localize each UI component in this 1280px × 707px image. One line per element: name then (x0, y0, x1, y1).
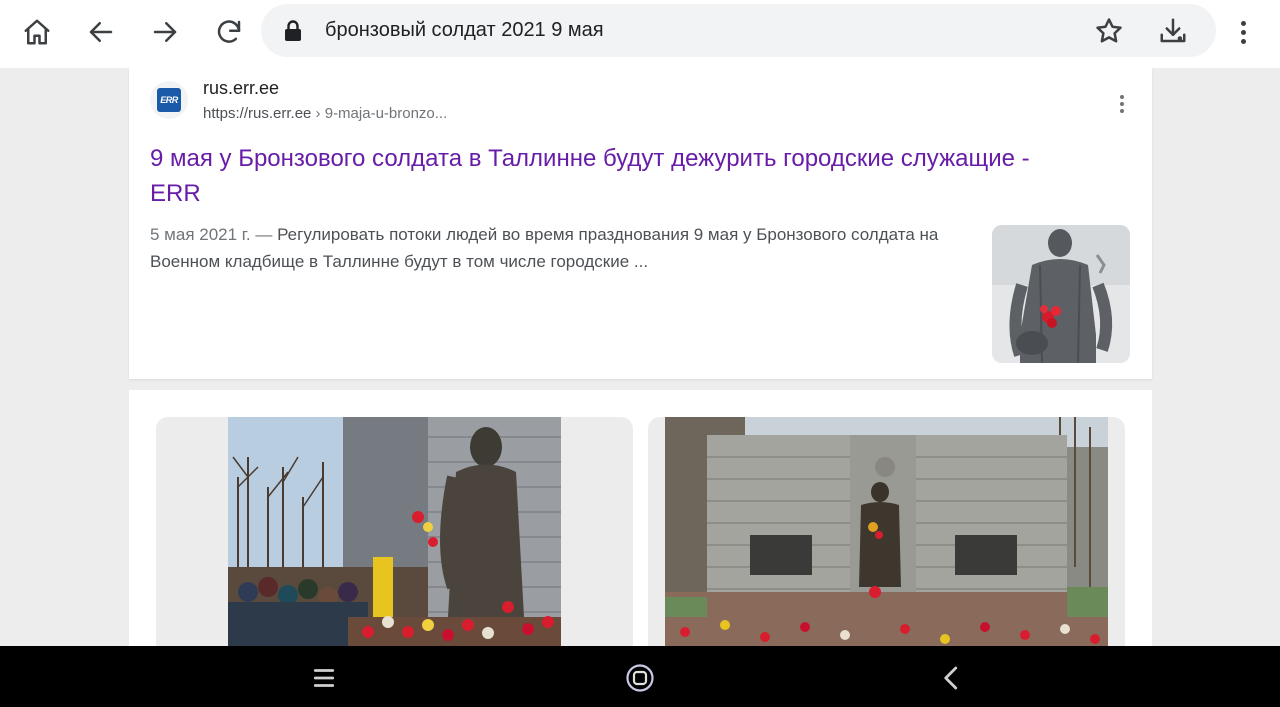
forward-icon[interactable] (145, 12, 185, 52)
result-snippet: 5 мая 2021 г. — Регулировать потоки люде… (150, 221, 950, 275)
star-icon[interactable] (1093, 15, 1125, 47)
site-name[interactable]: rus.err.ee (203, 78, 279, 99)
browser-toolbar: бронзовый солдат 2021 9 мая (0, 0, 1280, 68)
image-result-tile[interactable] (648, 417, 1125, 657)
address-bar[interactable]: бронзовый солдат 2021 9 мая (261, 4, 1216, 57)
site-url-host: https://rus.err.ee (203, 105, 312, 122)
site-url-breadcrumb: › 9-maja-u-bronzo... (311, 105, 448, 122)
url-text[interactable]: бронзовый солдат 2021 9 мая (325, 19, 604, 42)
search-result-card: ERR rus.err.ee https://rus.err.ee › 9-ma… (129, 68, 1152, 379)
site-favicon[interactable]: ERR (150, 81, 188, 119)
result-thumbnail[interactable] (992, 225, 1130, 363)
lock-icon (285, 20, 301, 41)
err-logo-icon: ERR (157, 88, 181, 112)
download-icon[interactable] (1157, 15, 1189, 47)
result-options-icon[interactable] (1112, 92, 1132, 116)
bronze-soldier-photo-1 (228, 417, 561, 657)
home-nav-icon[interactable] (622, 660, 658, 696)
recent-apps-icon[interactable] (306, 660, 342, 696)
reload-icon[interactable] (209, 12, 249, 52)
back-icon[interactable] (81, 12, 121, 52)
result-title-link[interactable]: 9 мая у Бронзового солдата в Таллинне бу… (150, 141, 1030, 211)
bronze-soldier-photo-2 (665, 417, 1108, 657)
result-date: 5 мая 2021 г. — (150, 225, 278, 244)
site-url[interactable]: https://rus.err.ee › 9-maja-u-bronzo... (203, 105, 447, 122)
image-results-card (129, 390, 1152, 657)
back-nav-icon[interactable] (934, 660, 970, 696)
more-vert-icon[interactable] (1228, 14, 1258, 50)
system-nav-bar (0, 646, 1280, 707)
image-result-tile[interactable] (156, 417, 633, 657)
home-icon[interactable] (17, 12, 57, 52)
